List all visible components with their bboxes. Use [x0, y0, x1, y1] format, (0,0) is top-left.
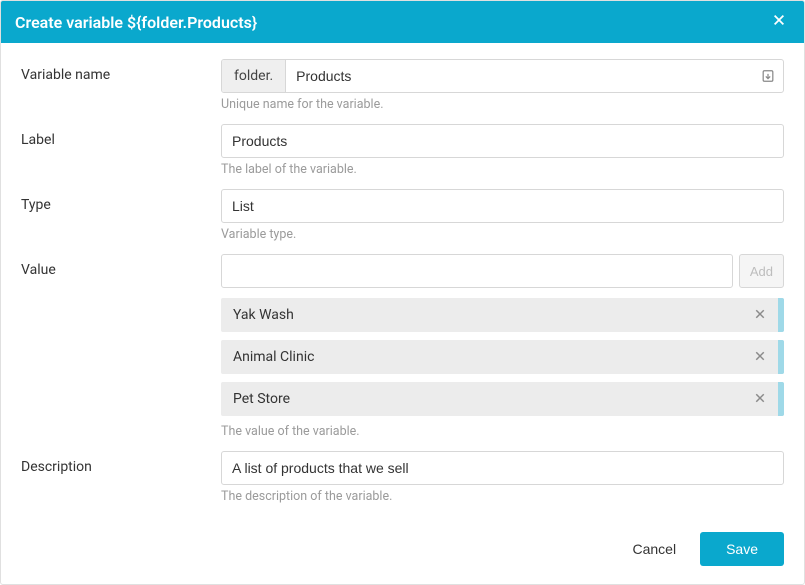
save-button[interactable]: Save	[700, 532, 784, 566]
variable-name-row: Variable name folder. Unique name for th…	[21, 59, 784, 112]
description-row: Description The description of the varia…	[21, 451, 784, 504]
description-field-label: Description	[21, 451, 221, 475]
remove-item-icon[interactable]	[748, 305, 772, 325]
variable-name-badge-icon	[753, 60, 783, 92]
modal-title: Create variable ${folder.Products}	[15, 13, 257, 32]
drag-handle[interactable]	[778, 340, 784, 374]
drag-handle[interactable]	[778, 382, 784, 416]
label-row: Label The label of the variable.	[21, 124, 784, 177]
type-row: Type Variable type.	[21, 189, 784, 242]
add-button[interactable]: Add	[739, 254, 784, 288]
list-item-label: Yak Wash	[233, 307, 748, 323]
list-item: Pet Store	[221, 382, 784, 416]
variable-name-hint: Unique name for the variable.	[221, 97, 784, 112]
remove-item-icon[interactable]	[748, 347, 772, 367]
variable-name-input-group: folder.	[221, 59, 784, 93]
variable-name-input[interactable]	[286, 60, 753, 92]
variable-name-label: Variable name	[21, 59, 221, 83]
value-field-label: Value	[21, 254, 221, 278]
list-item-label: Animal Clinic	[233, 349, 748, 365]
type-field-label: Type	[21, 189, 221, 213]
label-input[interactable]	[221, 124, 784, 158]
list-item-label: Pet Store	[233, 391, 748, 407]
value-add-input[interactable]	[221, 254, 733, 288]
list-item: Animal Clinic	[221, 340, 784, 374]
type-hint: Variable type.	[221, 227, 784, 242]
remove-item-icon[interactable]	[748, 389, 772, 409]
variable-name-prefix: folder.	[222, 60, 286, 92]
list-item: Yak Wash	[221, 298, 784, 332]
value-hint: The value of the variable.	[221, 424, 784, 439]
type-select[interactable]	[221, 189, 784, 223]
modal-header: Create variable ${folder.Products}	[1, 1, 804, 43]
create-variable-modal: Create variable ${folder.Products} Varia…	[0, 0, 805, 585]
label-field-label: Label	[21, 124, 221, 148]
label-hint: The label of the variable.	[221, 162, 784, 177]
value-row: Value Add Yak Wash Animal Clinic	[21, 254, 784, 439]
close-icon[interactable]	[768, 11, 790, 33]
description-input[interactable]	[221, 451, 784, 485]
description-hint: The description of the variable.	[221, 489, 784, 504]
modal-footer: Cancel Save	[1, 516, 804, 584]
modal-body: Variable name folder. Unique name for th…	[1, 43, 804, 504]
cancel-button[interactable]: Cancel	[626, 533, 682, 565]
value-list: Yak Wash Animal Clinic	[221, 298, 784, 416]
drag-handle[interactable]	[778, 298, 784, 332]
